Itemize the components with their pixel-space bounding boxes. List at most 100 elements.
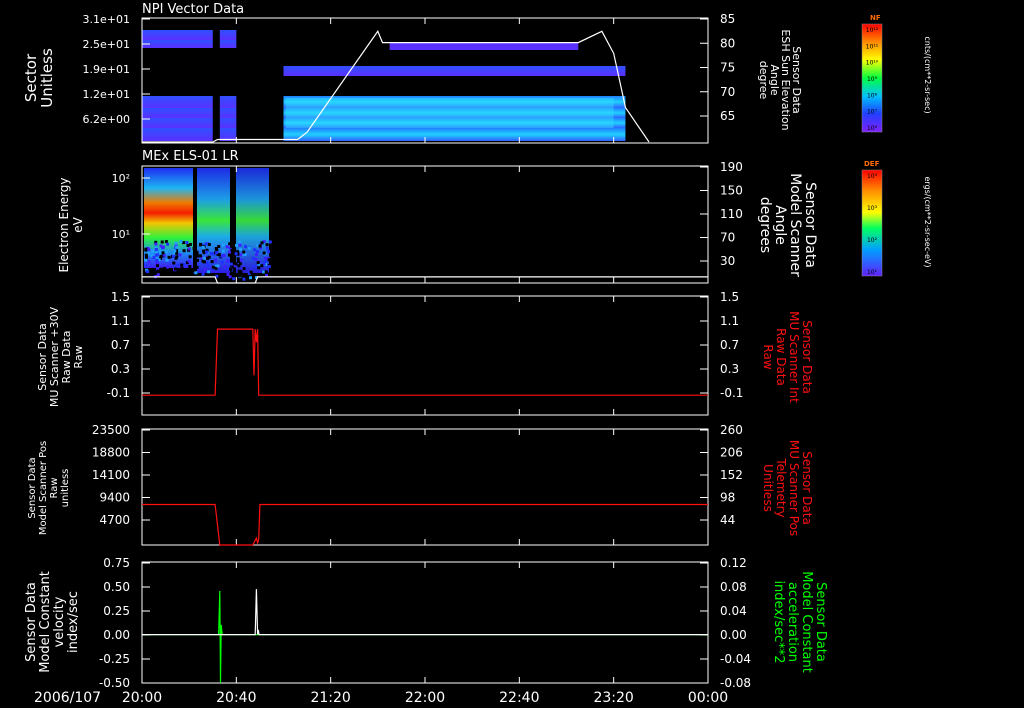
- els-speckle-pixel: [180, 266, 184, 270]
- p5-left-label-line4: index/sec: [66, 591, 81, 653]
- els-speckle-pixel: [211, 265, 215, 269]
- npi-band: [219, 108, 237, 118]
- npi-right-label: Sensor Data ESH Sun Elevation Angle degr…: [757, 29, 803, 130]
- els-speckle-pixel: [239, 258, 243, 262]
- p3-right-label-line4: Raw: [761, 344, 775, 369]
- p5-right-label-line4: index/sec**2: [771, 580, 786, 663]
- els-speckle-pixel: [263, 259, 267, 263]
- els-speckle-pixel: [222, 243, 225, 247]
- npi-band: [219, 30, 237, 40]
- time-tick-label: 00:00: [688, 690, 728, 706]
- npi-heatmap: [142, 30, 626, 141]
- p4-right-label-line3: Telemetry: [774, 457, 788, 517]
- date-label: 2006/107: [34, 690, 101, 706]
- colorbar-tick-label: 10¹²: [866, 27, 879, 34]
- els-speckle-pixel: [154, 248, 158, 251]
- els-speckle-pixel: [257, 266, 261, 270]
- els-speckle-pixel: [242, 274, 246, 278]
- els-speckle-pixel: [267, 258, 271, 262]
- els-rytick-tick-label: 30: [720, 254, 735, 268]
- els-speckle-pixel: [186, 244, 190, 247]
- els-speckle-pixel: [215, 251, 219, 255]
- els-speckle-pixel: [174, 267, 177, 271]
- p3-right-label: Sensor Data MU Scanner Int Raw Data Raw: [761, 311, 814, 403]
- npi-right-ticks: 85 80 75 70 65: [700, 12, 735, 123]
- p5-ytick-tick-label: -0.50: [99, 676, 130, 690]
- els-speckle-pixel: [264, 256, 268, 260]
- els-rytick-tick-label: 150: [720, 184, 743, 198]
- p5-right-label-line2: Model Constant: [799, 571, 814, 673]
- els-speckle-pixel: [249, 270, 253, 274]
- els-speckle-pixel: [258, 244, 262, 248]
- els-speckle-pixel: [221, 249, 225, 253]
- els-speckle-pixel: [228, 253, 231, 257]
- els-speckle-pixel: [182, 249, 186, 253]
- p4-left-label-line4: unitless: [60, 469, 71, 508]
- els-speckle-pixel: [152, 255, 156, 259]
- npi-rytick-tick-label: 75: [720, 61, 735, 75]
- npi-left-label: Sector Unitless: [22, 48, 56, 108]
- els-speckle-pixel: [225, 245, 229, 249]
- els-right-label-line2: Model Scanner: [787, 173, 803, 277]
- els-speckle-pixel: [234, 252, 238, 256]
- els-speckle-pixel: [253, 248, 257, 252]
- p4-rytick-tick-label: 44: [720, 513, 735, 527]
- els-left-label-line1: Electron Energy: [57, 177, 71, 272]
- els-right-label-line3: Angle: [772, 205, 788, 245]
- colorbar-def-scale: [861, 169, 883, 277]
- p4-ytick-tick-label: 23500: [92, 423, 130, 437]
- colorbar-nf-title: NF: [870, 14, 881, 22]
- p3-rytick-tick-label: 0.3: [720, 362, 739, 376]
- els-speckle-pixel: [166, 242, 170, 246]
- els-speckle-pixel: [230, 245, 234, 249]
- p5-ytick-tick-label: -0.25: [99, 652, 130, 666]
- chart-stage: NPI Vector Data 3.1e+01 2.5e+01 1.9e+01 1.2…: [22, 2, 932, 706]
- npi-ytick-tick-label: 3.1e+01: [83, 13, 130, 26]
- els-speckle-pixel: [210, 260, 214, 264]
- npi-rytick-tick-label: 65: [720, 109, 735, 123]
- p5-right-label-line3: acceleration: [785, 582, 800, 662]
- els-speckle-pixel: [178, 253, 182, 257]
- colorbar-def-unit: ergs/(cm**2-sr-sec-eV): [923, 176, 932, 267]
- els-speckle-pixel: [268, 240, 272, 244]
- els-speckle-pixel: [194, 271, 198, 275]
- els-right-ticks: 190 150 110 70 30: [700, 160, 743, 268]
- els-speckle-pixel: [187, 277, 191, 281]
- npi-rytick-tick-label: 80: [720, 36, 735, 50]
- p5-series-1: [142, 589, 708, 636]
- colorbar-tick-label: 10¹: [867, 269, 878, 276]
- els-speckle-pixel: [201, 272, 205, 276]
- els-speckle-pixel: [174, 241, 178, 245]
- els-speckle-pixel: [161, 251, 165, 255]
- npi-band: [142, 118, 213, 128]
- els-speckle-pixel: [252, 264, 256, 268]
- els-speckle-pixel: [188, 265, 192, 268]
- p3-left-label: Sensor Data MU Scanner +30V Raw Data Raw: [36, 306, 85, 407]
- colorbar-tick-label: 10⁷: [867, 109, 878, 116]
- els-speckle-pixel: [144, 263, 148, 267]
- npi-band: [219, 40, 237, 48]
- p5-ytick-tick-label: 0.75: [103, 556, 130, 570]
- colorbar-tick-label: 10³: [867, 205, 878, 212]
- time-tick-label: 23:20: [593, 690, 633, 706]
- p4-left-label: Sensor Data Model Scanner Pos Raw unitle…: [27, 441, 71, 535]
- npi-band: [283, 66, 626, 76]
- p5-left-label-line1: Sensor Data: [24, 582, 39, 662]
- p4-left-label-line1: Sensor Data: [27, 457, 38, 518]
- els-speckle-pixel: [145, 270, 149, 274]
- els-speckle-pixel: [151, 249, 155, 253]
- els-speckle-pixel: [175, 255, 179, 259]
- els-speckle-pixel: [159, 267, 163, 271]
- els-speckle-pixel: [167, 255, 171, 259]
- p3-ytick-tick-label: 0.3: [111, 362, 130, 376]
- panel-els: MEx ELS-01 LR 10² 10¹ 190 150 110 70 30 Elec…: [57, 149, 818, 284]
- p5-right-label: Sensor Data Model Constant acceleration …: [771, 571, 828, 673]
- els-speckle-pixel: [159, 244, 163, 248]
- els-speckle-pixel: [260, 264, 264, 268]
- els-speckle-pixel: [239, 270, 243, 274]
- els-speckle-pixel: [256, 261, 260, 265]
- els-speckle-pixel: [202, 260, 206, 264]
- colorbar-tick-label: 10¹¹: [866, 43, 879, 50]
- p5-rytick-tick-label: 0.12: [720, 556, 747, 570]
- els-speckle-pixel: [220, 260, 224, 264]
